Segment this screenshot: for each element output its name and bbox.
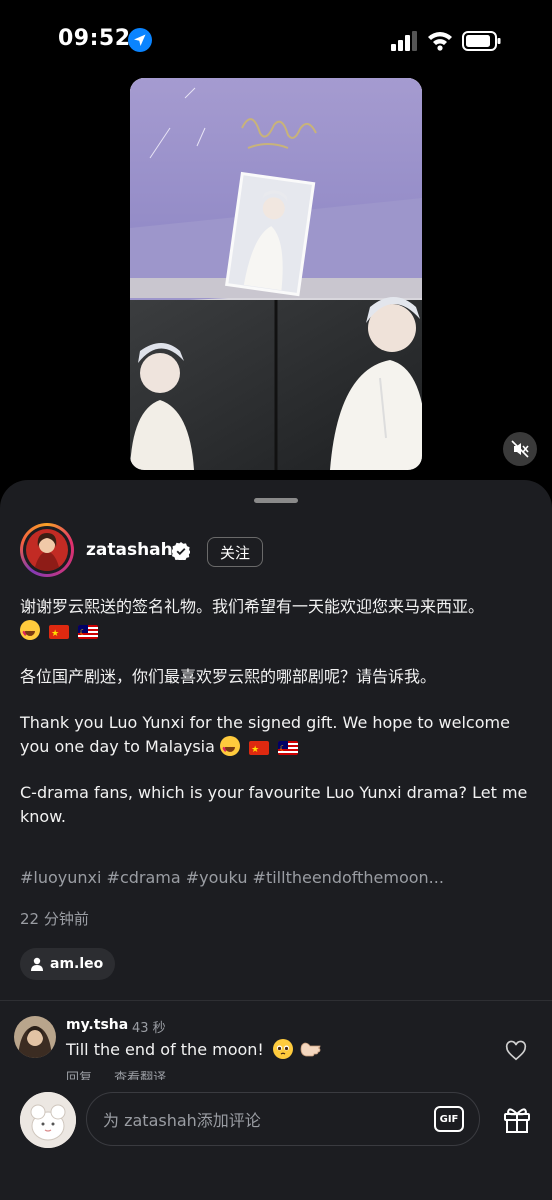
photo-collage	[130, 78, 422, 470]
mute-button[interactable]	[503, 432, 537, 466]
comment-input-placeholder: 为 zatashah添加评论	[103, 1111, 261, 1130]
battery-icon	[462, 31, 501, 51]
heart-icon[interactable]	[505, 1040, 527, 1062]
author-avatar[interactable]	[20, 523, 74, 577]
person-icon	[31, 957, 43, 971]
gift-icon[interactable]	[502, 1104, 532, 1134]
wifi-icon	[428, 32, 452, 51]
caption-line-zh-1: 谢谢罗云熙送的签名礼物。我们希望有一天能欢迎您来马来西亚。	[20, 597, 485, 616]
cellular-signal-icon	[391, 31, 417, 51]
post-caption: 谢谢罗云熙送的签名礼物。我们希望有一天能欢迎您来马来西亚。 各位国产剧迷，你们最…	[20, 595, 540, 851]
speaker-muted-icon	[511, 440, 529, 458]
caption-line-zh-2: 各位国产剧迷，你们最喜欢罗云熙的哪部剧呢？请告诉我。	[20, 667, 437, 686]
follow-button[interactable]: 关注	[207, 537, 263, 567]
clock: 09:52	[58, 26, 131, 51]
commenter-avatar[interactable]	[14, 1016, 56, 1058]
comment-text: Till the end of the moon!	[66, 1039, 322, 1059]
post-details-sheet: zatashah 关注 谢谢罗云熙送的签名礼物。我们希望有一天能欢迎您来马来西亚…	[0, 480, 552, 1200]
pointing-hand-emoji-icon	[300, 1042, 321, 1057]
caption-line-en-2: C-drama fans, which is your favourite Lu…	[20, 783, 528, 826]
author-avatar-image	[26, 529, 68, 571]
heart-eyes-emoji-icon	[20, 620, 40, 646]
tagged-user-chip[interactable]: am.leo	[20, 948, 116, 980]
divider	[0, 1000, 552, 1001]
comment-input[interactable]: 为 zatashah添加评论	[86, 1092, 480, 1146]
status-bar: 09:52	[0, 0, 552, 80]
current-user-avatar[interactable]	[20, 1092, 76, 1148]
tagged-username: am.leo	[50, 956, 104, 972]
heart-eyes-emoji-icon	[220, 736, 241, 762]
malaysia-flag-icon	[78, 625, 99, 639]
commenter-avatar-image	[14, 1016, 56, 1058]
commenter-username[interactable]: my.tsha	[66, 1017, 128, 1033]
sheet-drag-handle[interactable]	[254, 498, 298, 503]
post-timestamp: 22 分钟前	[20, 910, 89, 928]
post-media-image[interactable]	[130, 78, 422, 470]
comment-body: Till the end of the moon!	[66, 1040, 264, 1059]
current-user-avatar-image	[20, 1092, 76, 1148]
gif-button[interactable]: GIF	[434, 1106, 464, 1132]
post-hashtags[interactable]: #luoyunxi #cdrama #youku #tilltheendofth…	[20, 868, 444, 887]
comment-timestamp: 43 秒	[132, 1021, 166, 1036]
malaysia-flag-icon	[278, 741, 299, 755]
china-flag-icon	[49, 625, 70, 639]
location-arrow-icon	[128, 28, 152, 52]
pleading-face-emoji-icon	[272, 1039, 293, 1059]
verified-badge-icon	[172, 542, 190, 560]
china-flag-icon	[249, 741, 270, 755]
author-username[interactable]: zatashah	[86, 540, 173, 560]
comment-composer: 为 zatashah添加评论 GIF	[0, 1080, 552, 1200]
